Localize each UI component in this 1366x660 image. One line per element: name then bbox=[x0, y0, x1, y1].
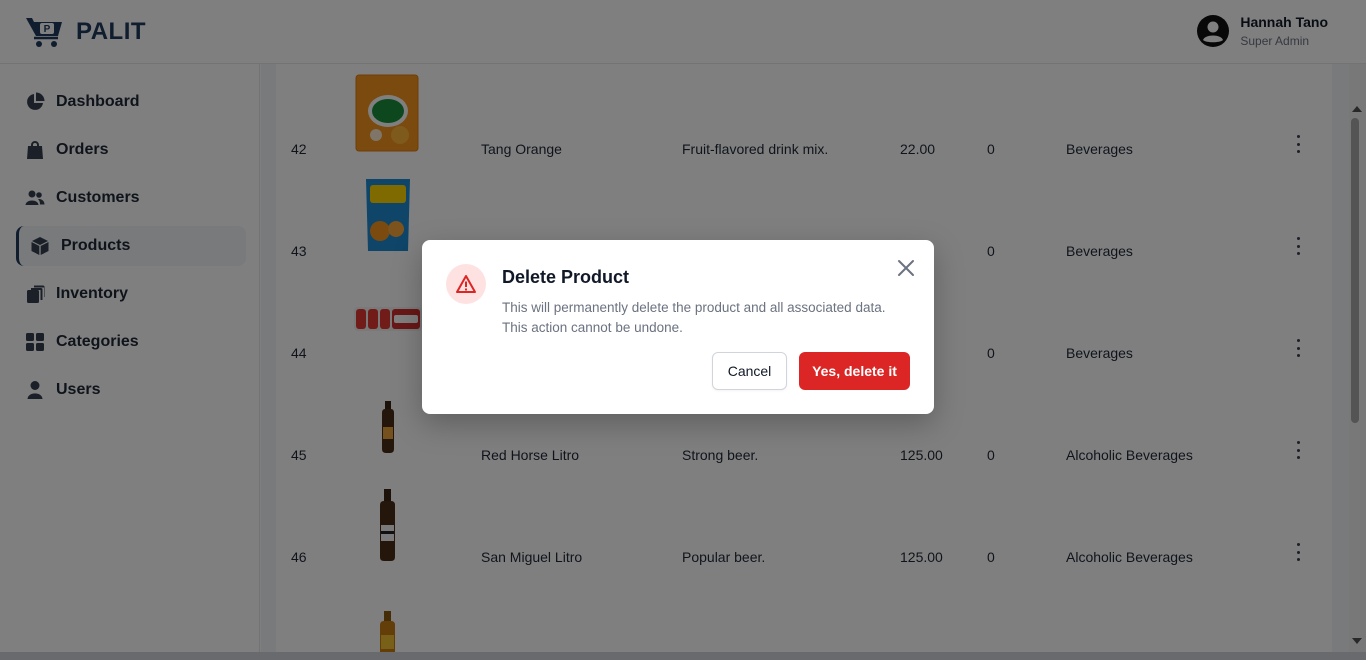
dialog-message-line1: This will permanently delete the product… bbox=[502, 300, 886, 315]
warning-triangle-icon bbox=[446, 264, 486, 304]
confirm-delete-button[interactable]: Yes, delete it bbox=[799, 352, 910, 390]
dialog-message: This will permanently delete the product… bbox=[502, 298, 912, 338]
dialog-title: Delete Product bbox=[502, 267, 630, 287]
delete-product-dialog: Delete Product This will permanently del… bbox=[422, 240, 934, 414]
dialog-message-line2: This action cannot be undone. bbox=[502, 320, 683, 335]
close-icon[interactable] bbox=[896, 258, 916, 278]
cancel-button[interactable]: Cancel bbox=[712, 352, 787, 390]
